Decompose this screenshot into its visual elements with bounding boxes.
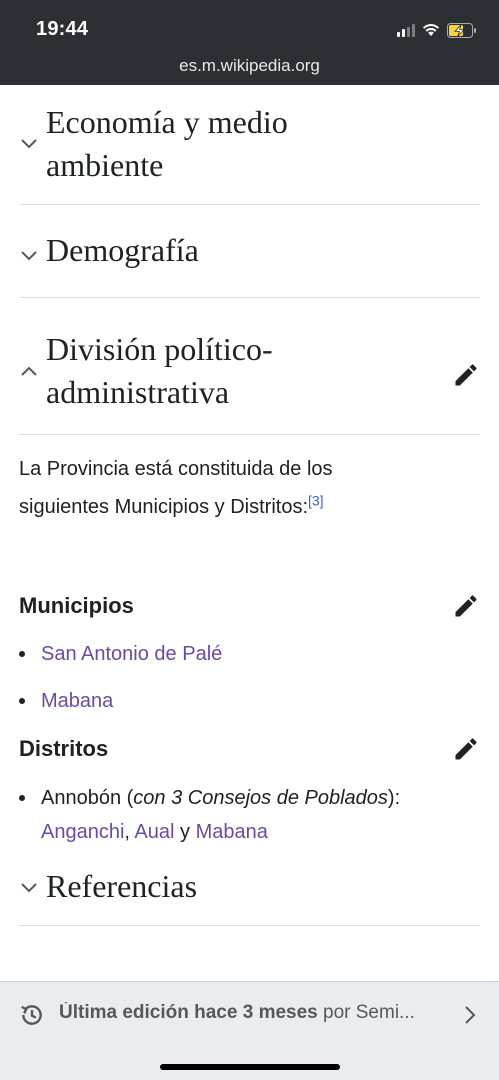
list-item: Mabana — [19, 684, 480, 718]
distrito-link[interactable]: Anganchi — [41, 821, 124, 843]
subheading-distritos: Distritos — [19, 736, 109, 761]
last-edit-bar[interactable]: Última edición hace 3 meses por Semi... — [0, 982, 499, 1046]
status-icons — [397, 20, 477, 40]
page-footer: Última edición hace 3 meses por Semi... — [0, 981, 499, 1080]
section-title-demografia: Demografía — [46, 232, 199, 268]
home-indicator[interactable] — [160, 1064, 340, 1070]
status-time: 19:44 — [36, 18, 89, 40]
body-paragraph: La Provincia está constituida de los sigu… — [19, 458, 333, 518]
cellular-signal-icon — [397, 23, 415, 37]
section-referencias[interactable]: Referencias — [19, 855, 480, 926]
section-division[interactable]: División político-administrativa — [19, 298, 480, 435]
municipio-link[interactable]: Mabana — [41, 690, 113, 712]
section-title-referencias: Referencias — [46, 868, 198, 904]
subheading-municipios: Municipios — [19, 593, 134, 618]
distrito-link[interactable]: Aual — [134, 821, 174, 843]
history-icon — [21, 1005, 42, 1025]
wifi-icon — [423, 23, 439, 36]
distrito-link[interactable]: Mabana — [196, 821, 268, 843]
chevron-right-icon — [465, 1006, 476, 1024]
section-economia[interactable]: Economía y medio ambiente — [19, 85, 480, 205]
municipio-link[interactable]: San Antonio de Palé — [41, 643, 222, 665]
edit-pencil-icon[interactable] — [452, 592, 480, 620]
list-item: San Antonio de Palé — [19, 637, 480, 671]
section-title-division: División político-administrativa — [46, 331, 273, 410]
browser-top-bar: 19:44 es.m.wikipedia.org — [0, 0, 499, 85]
edit-pencil-icon[interactable] — [452, 361, 480, 389]
address-bar-url[interactable]: es.m.wikipedia.org — [0, 56, 499, 76]
last-edit-text: Última edición hace 3 meses por Semi... — [59, 1002, 415, 1023]
battery-charging-icon — [447, 22, 476, 38]
section-demografia[interactable]: Demografía — [19, 205, 480, 298]
edit-pencil-icon[interactable] — [452, 735, 480, 763]
list-item: Annobón (con 3 Consejos de Poblados): An… — [19, 781, 480, 849]
section-title-economia: Economía y medio ambiente — [46, 104, 288, 183]
reference-link[interactable]: [3] — [308, 492, 324, 508]
article-content: Economía y medio ambiente Demografía Divi… — [19, 85, 480, 435]
